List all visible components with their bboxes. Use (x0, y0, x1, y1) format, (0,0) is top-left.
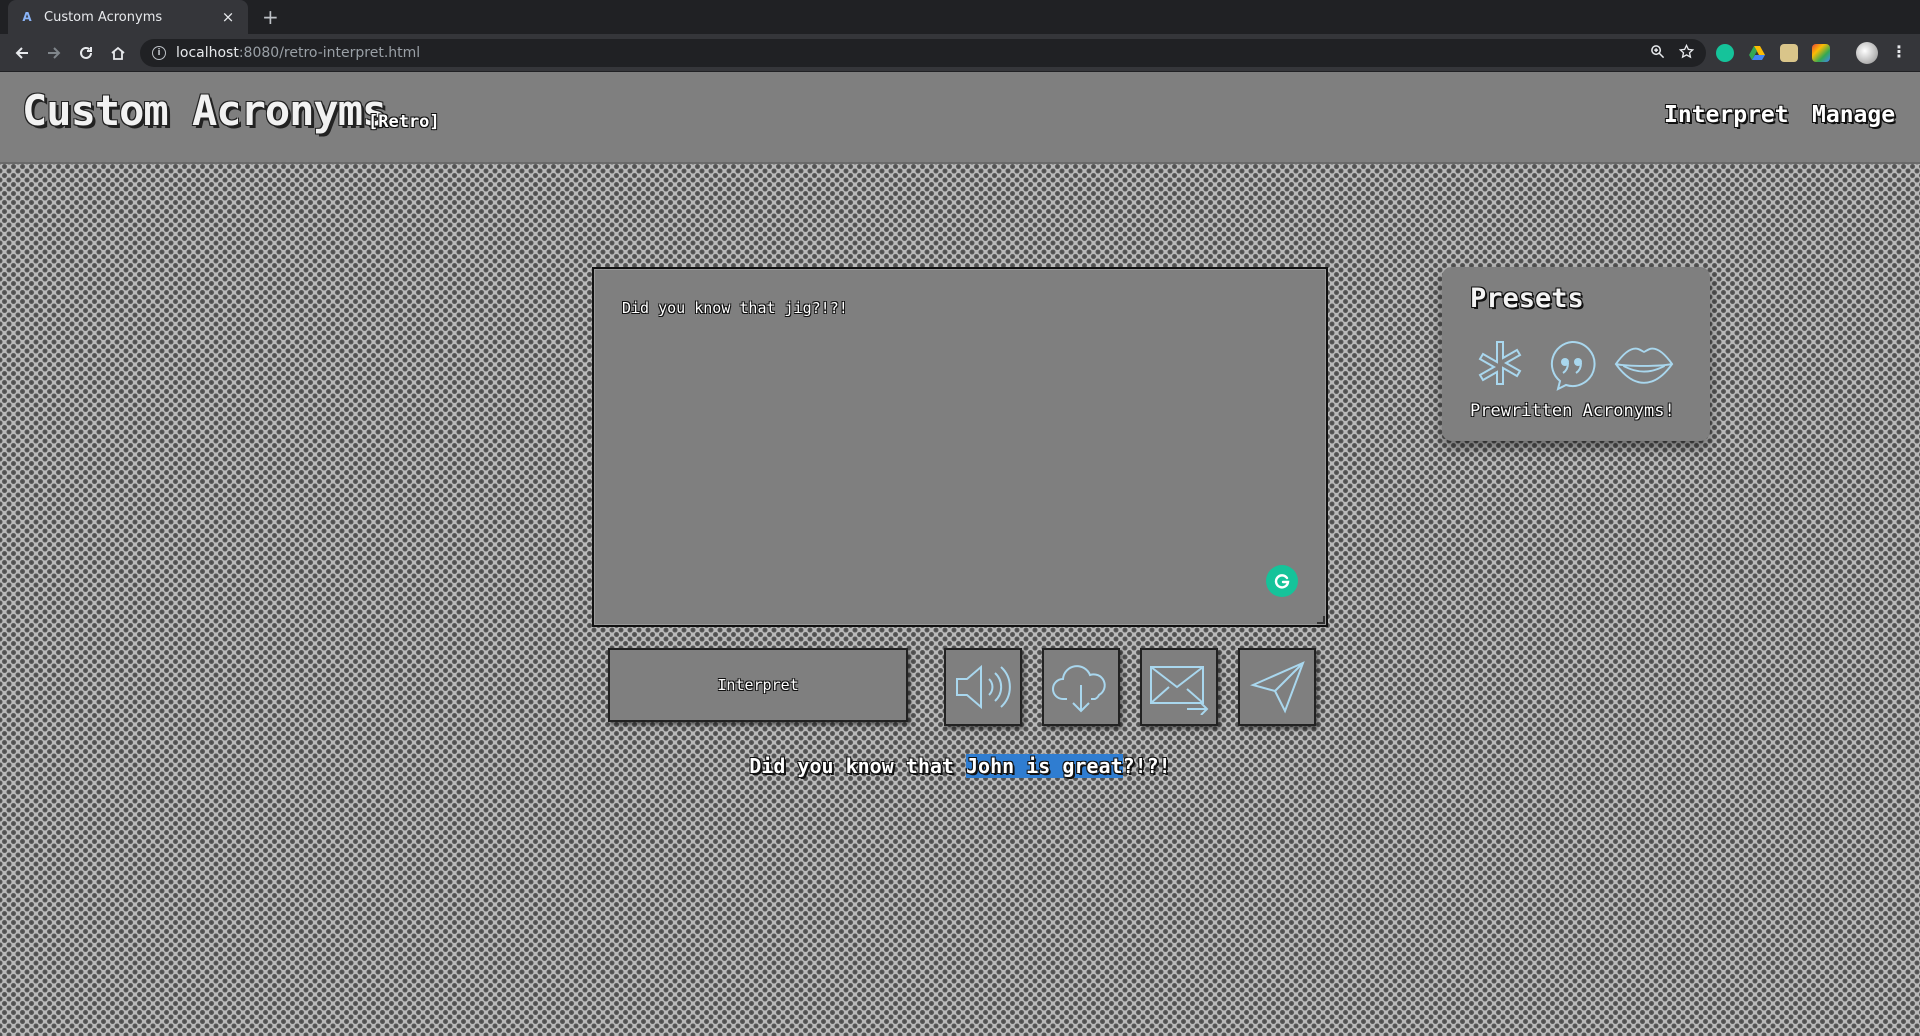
presets-panel: Presets Prewritten Acronyms! (1442, 267, 1710, 441)
interpret-button[interactable]: Interpret (608, 648, 908, 722)
reload-icon[interactable] (74, 41, 98, 65)
speak-button[interactable] (944, 648, 1022, 726)
home-icon[interactable] (106, 41, 130, 65)
cloud-download-icon (1052, 665, 1106, 713)
forward-arrow-icon[interactable] (42, 41, 66, 65)
output-text-after: ?!?! (1122, 754, 1171, 778)
address-bar[interactable]: i localhost:8080/retro-interpret.html (140, 39, 1706, 67)
browser-menu-icon[interactable]: ⋮ (1891, 42, 1907, 61)
close-icon[interactable]: × (220, 8, 236, 26)
nav-interpret-link[interactable]: Interpret (1664, 102, 1789, 128)
google-drive-icon[interactable] (1748, 44, 1766, 62)
presets-title: Presets (1470, 283, 1584, 314)
interpreted-output: Did you know that John is great?!?! (0, 754, 1920, 778)
profile-avatar[interactable] (1856, 42, 1878, 64)
paper-plane-icon (1250, 661, 1305, 714)
email-button[interactable] (1140, 648, 1218, 726)
acronym-input-textarea[interactable]: Did you know that jig?!?! (592, 267, 1328, 627)
textarea-value: Did you know that jig?!?! (622, 299, 848, 317)
page-body: Custom Acronyms [Retro] Interpret Manage… (0, 72, 1920, 1036)
zoom-icon[interactable] (1650, 44, 1665, 63)
output-text-before: Did you know that (749, 754, 967, 778)
resize-handle[interactable] (1317, 616, 1325, 624)
download-button[interactable] (1042, 648, 1120, 726)
lips-icon[interactable] (1614, 337, 1674, 393)
speaker-icon (956, 664, 1011, 710)
grammarly-icon[interactable] (1266, 565, 1298, 597)
browser-tab[interactable]: A Custom Acronyms × (8, 0, 248, 34)
site-info-icon[interactable]: i (152, 46, 166, 60)
email-forward-icon (1150, 666, 1209, 715)
tab-title: Custom Acronyms (44, 9, 163, 25)
favicon-icon: A (22, 10, 32, 24)
browser-toolbar: i localhost:8080/retro-interpret.html ⋮ (0, 34, 1920, 72)
retro-tag: [Retro] (368, 112, 440, 132)
site-logo-title[interactable]: Custom Acronyms (22, 86, 387, 135)
output-highlight: John is great (966, 754, 1123, 778)
back-arrow-icon[interactable] (10, 41, 34, 65)
presets-caption: Prewritten Acronyms! (1470, 401, 1675, 421)
nav-manage-link[interactable]: Manage (1812, 102, 1895, 128)
grammarly-icon[interactable] (1716, 44, 1734, 62)
image-extension-icon[interactable] (1780, 44, 1798, 62)
site-header: Custom Acronyms [Retro] Interpret Manage (0, 72, 1920, 164)
colorful-extension-icon[interactable] (1812, 44, 1830, 62)
quote-bubble-icon[interactable] (1542, 337, 1602, 393)
browser-tab-strip: A Custom Acronyms × + (0, 0, 1920, 34)
send-button[interactable] (1238, 648, 1316, 726)
new-tab-button[interactable]: + (262, 5, 279, 29)
bookmark-star-icon[interactable] (1678, 43, 1695, 63)
url-text: localhost:8080/retro-interpret.html (176, 45, 421, 61)
asterisk-icon[interactable] (1470, 337, 1530, 393)
